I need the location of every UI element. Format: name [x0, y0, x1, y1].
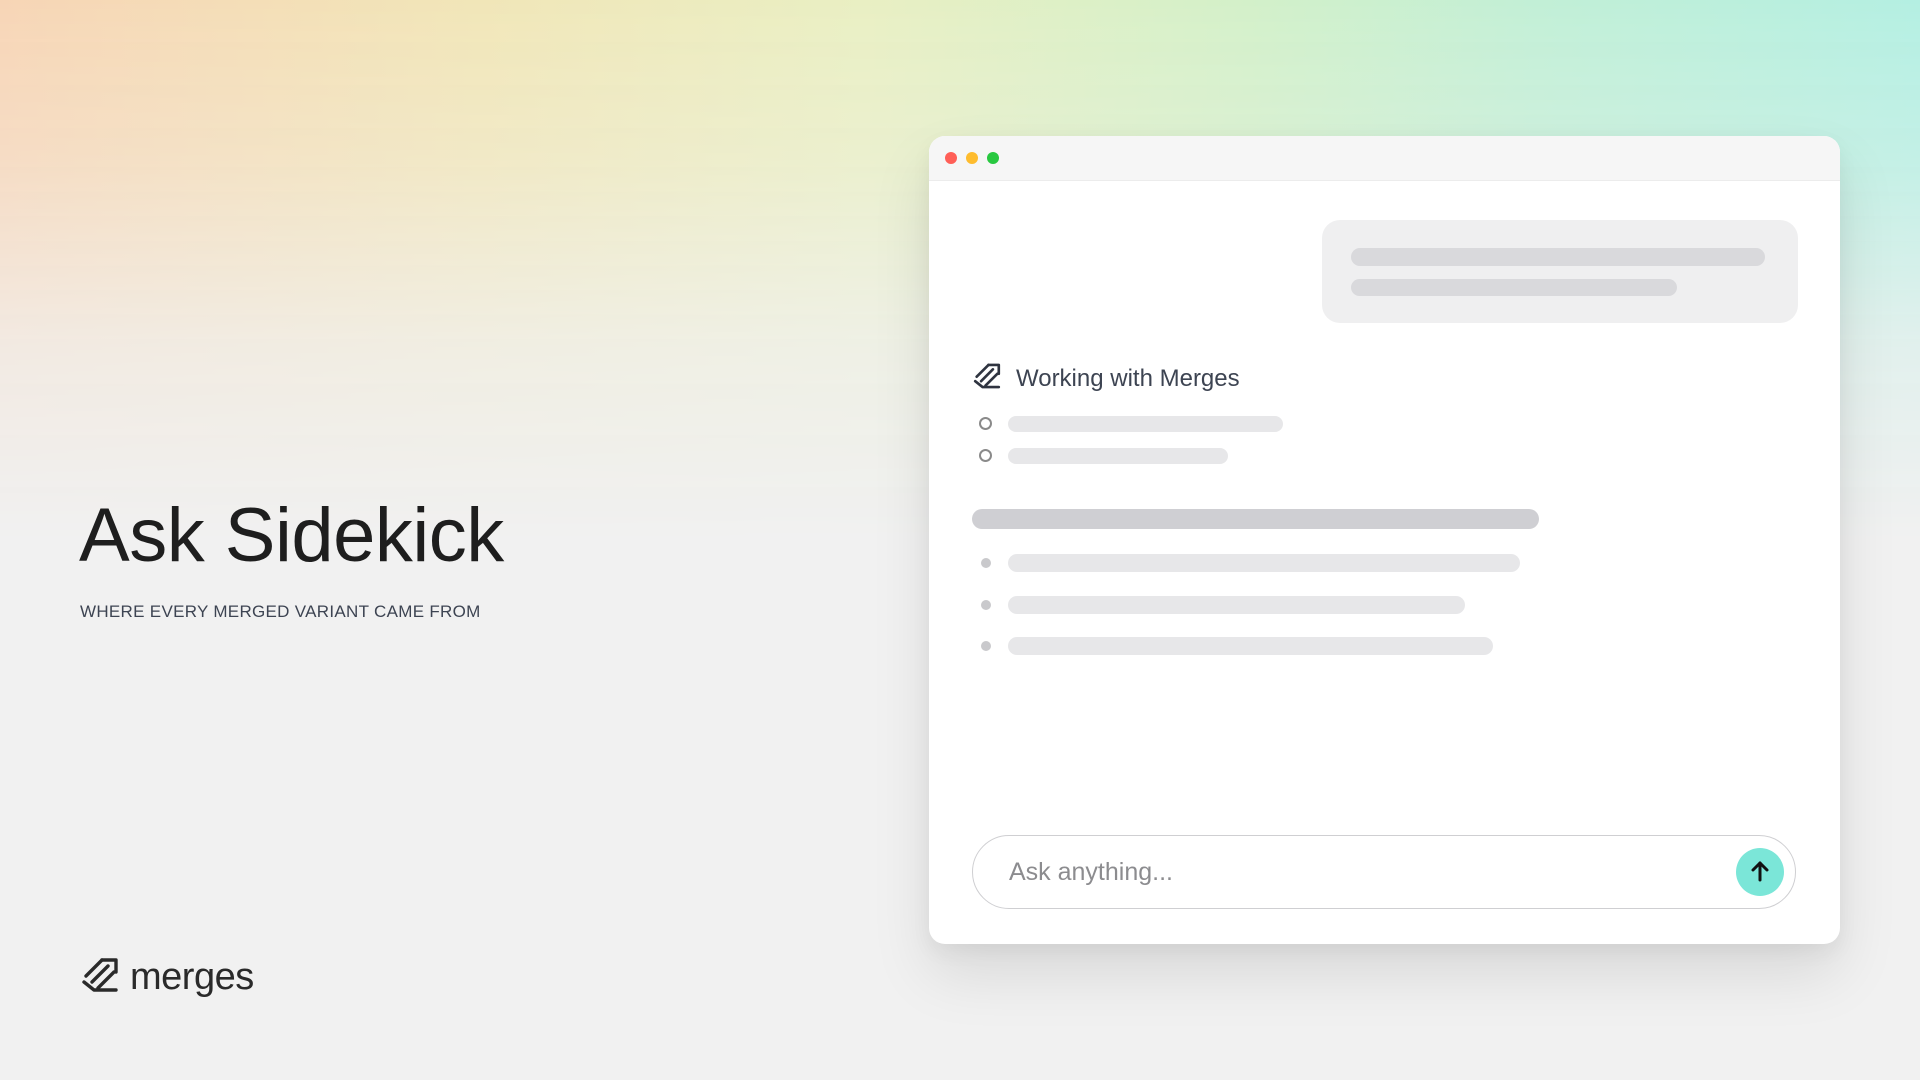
step-line-placeholder	[1008, 448, 1228, 464]
bullet-icon	[981, 600, 991, 610]
user-message-bubble	[1322, 220, 1798, 323]
bullet-icon	[981, 558, 991, 568]
response-line-placeholder	[1008, 637, 1493, 655]
chat-composer	[972, 835, 1796, 909]
merges-logo-icon	[972, 362, 1002, 395]
page-title: Ask Sidekick	[79, 493, 504, 578]
window-minimize-button[interactable]	[966, 152, 978, 164]
agent-response-header: Working with Merges	[972, 362, 1240, 395]
brand-name: merges	[130, 956, 254, 998]
brand-logo: merges	[80, 956, 254, 999]
message-line-placeholder	[1351, 248, 1765, 266]
window-titlebar	[929, 136, 1840, 181]
step-line-placeholder	[1008, 416, 1283, 432]
app-window: Working with Merges	[929, 136, 1840, 944]
response-line-placeholder	[1008, 554, 1520, 572]
response-line-placeholder	[1008, 596, 1465, 614]
step-status-icon	[979, 449, 992, 462]
message-line-placeholder	[1351, 279, 1677, 296]
bullet-icon	[981, 641, 991, 651]
merges-logo-icon	[80, 956, 120, 999]
arrow-up-icon	[1749, 859, 1771, 886]
agent-title: Working with Merges	[1016, 364, 1240, 392]
send-button[interactable]	[1736, 848, 1784, 896]
page-subtitle: WHERE EVERY MERGED VARIANT CAME FROM	[80, 602, 481, 621]
chat-input[interactable]	[1009, 852, 1709, 892]
window-close-button[interactable]	[945, 152, 957, 164]
step-status-icon	[979, 417, 992, 430]
response-heading-placeholder	[972, 509, 1539, 529]
window-zoom-button[interactable]	[987, 152, 999, 164]
